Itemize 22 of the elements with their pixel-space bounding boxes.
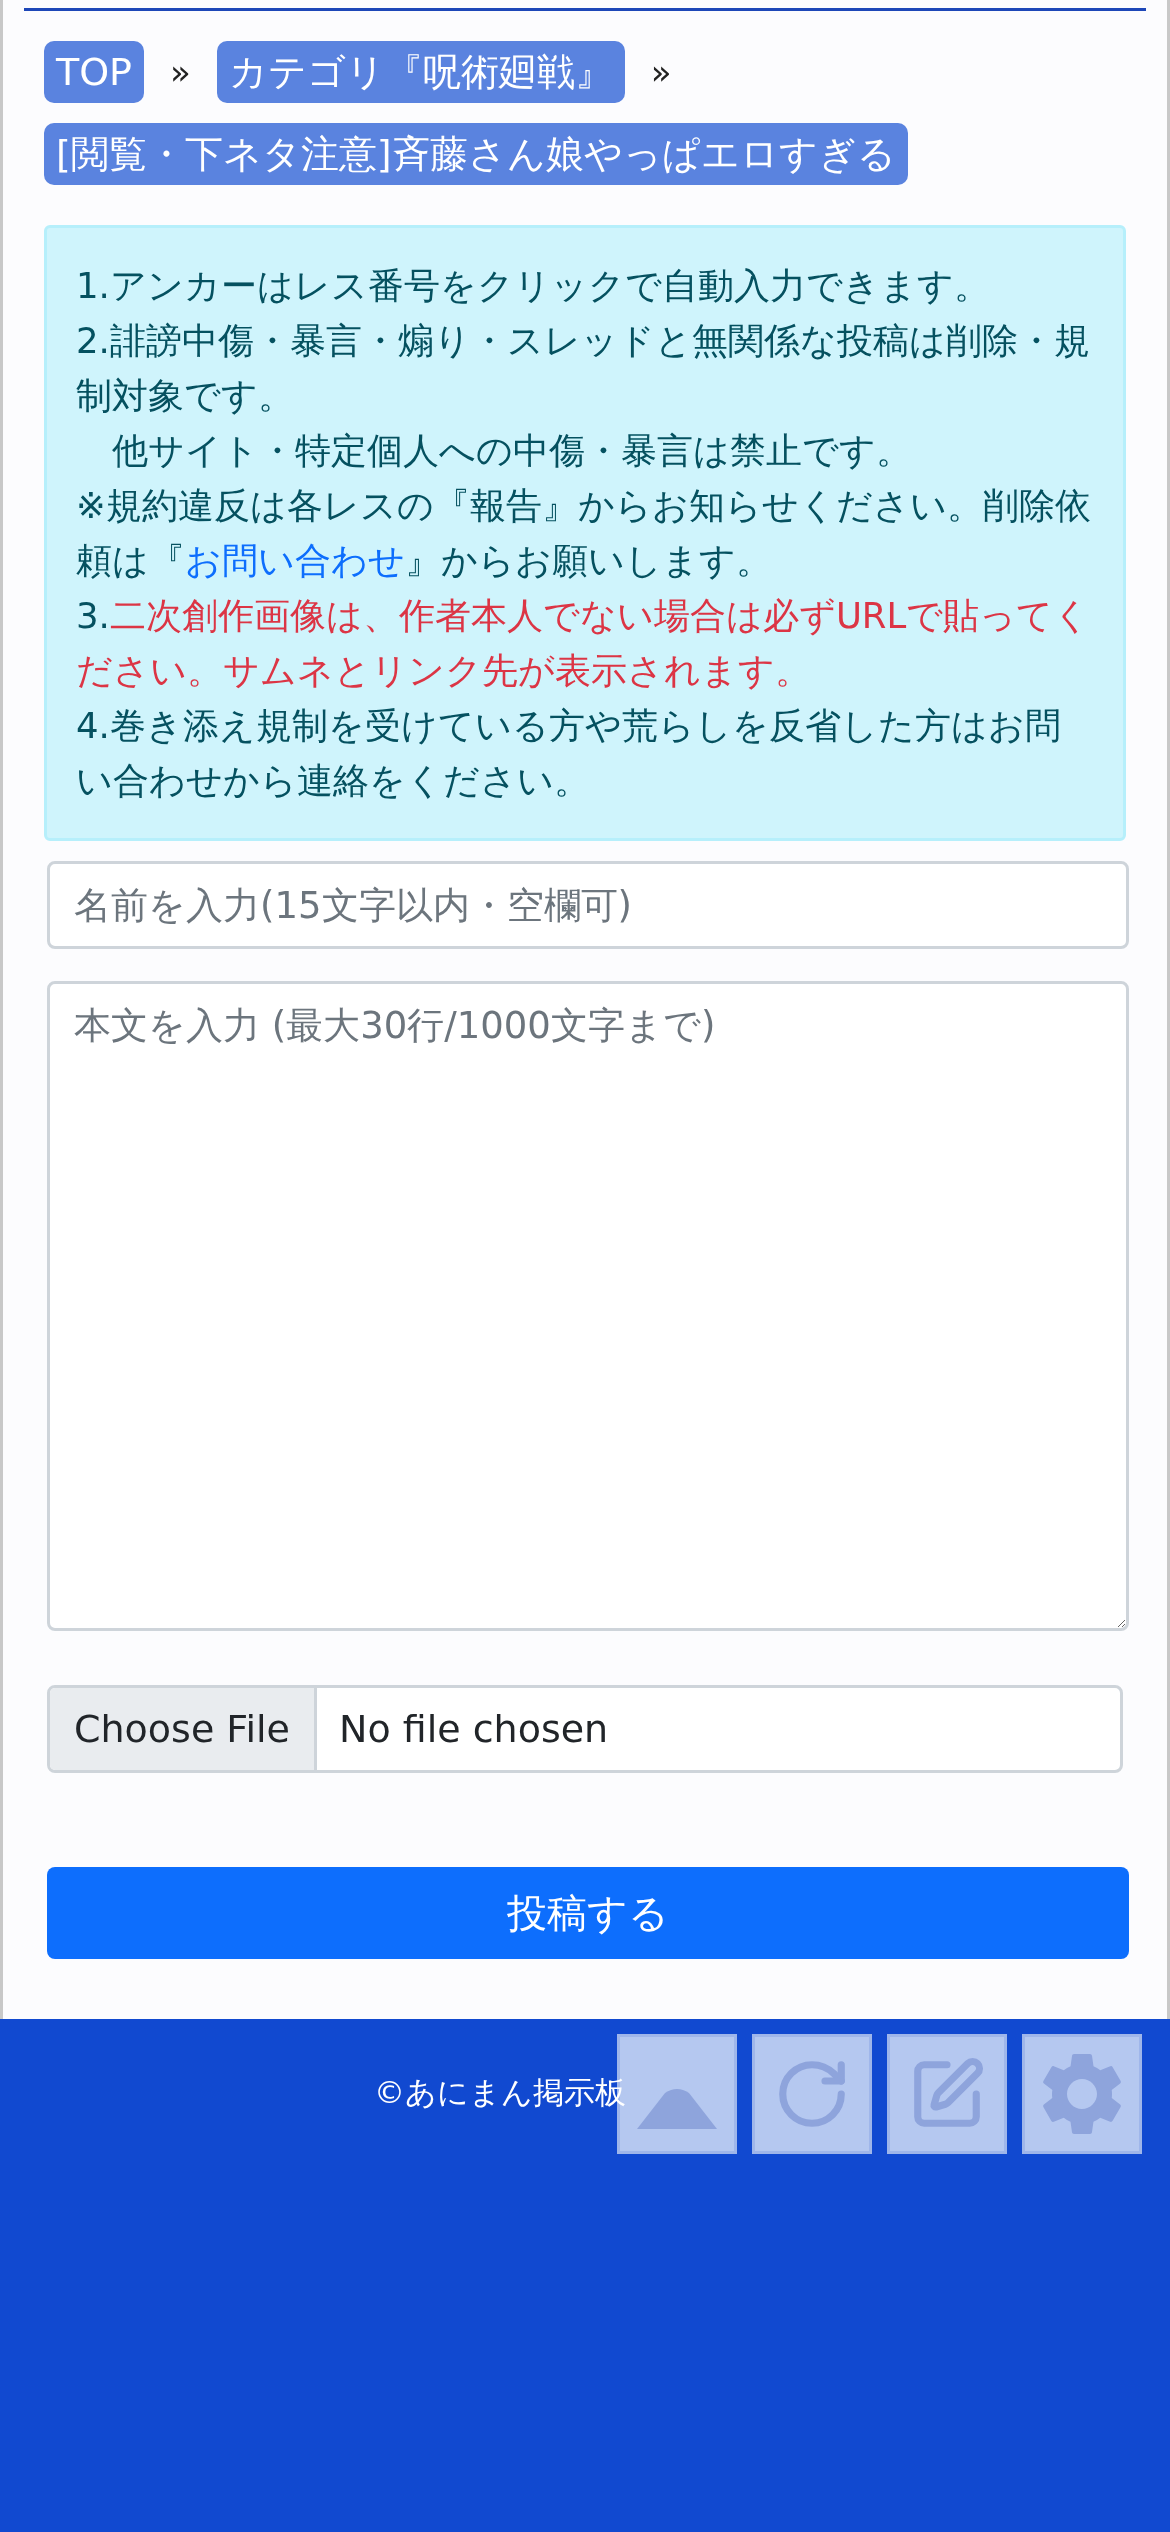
up-icon — [637, 2089, 717, 2129]
body-field[interactable]: 本文を入力 (最大30行/1000文字まで) — [47, 981, 1129, 1631]
choose-file-button[interactable]: Choose File — [50, 1688, 317, 1770]
notice-text: 4.巻き添え規制を受けている方や荒らしを反省した方はお問い合わせから連絡をください。 — [76, 704, 1062, 803]
breadcrumb-link[interactable]: [閲覧・下ネタ注意]斉藤さん娘やっぱエロすぎる — [44, 123, 908, 185]
breadcrumb-separator: » — [650, 50, 672, 94]
notice-text: 1.アンカーはレス番号をクリックで自動入力できます。 — [76, 264, 991, 308]
breadcrumb-separator: » — [170, 50, 191, 94]
floating-button[interactable] — [1022, 2034, 1142, 2154]
floating-button[interactable] — [887, 2034, 1007, 2154]
floating-button[interactable] — [752, 2034, 872, 2154]
file-input[interactable]: Choose File No file chosen — [47, 1685, 1123, 1773]
breadcrumb-link[interactable]: TOP — [44, 41, 145, 103]
contact-link[interactable]: お問い合わせ — [185, 540, 405, 581]
notice-text: 他サイト・特定個人への中傷・暴言は禁止です。 — [111, 429, 913, 473]
notice-text: 3.二次創作画像は、作者本人でない場合は必ずURLで貼ってください。サムネとリンク先が表示されます。 — [76, 594, 1092, 693]
file-status: No file chosen — [337, 1705, 610, 1753]
breadcrumb-link[interactable]: カテゴリ『呪術廻戦』 — [216, 41, 625, 103]
submit-button[interactable]: 投稿する — [47, 1867, 1129, 1959]
notice-text: ※規約違反は各レスの『報告』からお知らせください。削除依頼は『お問い合わせ』からお願いします。 — [76, 484, 1092, 583]
notice-text: 2.誹謗中傷・暴言・煽り・スレッドと無関係な投稿は削除・規制対象です。 — [76, 319, 1091, 418]
name-field[interactable]: 名前を入力(15文字以内・空欄可) — [47, 861, 1129, 949]
